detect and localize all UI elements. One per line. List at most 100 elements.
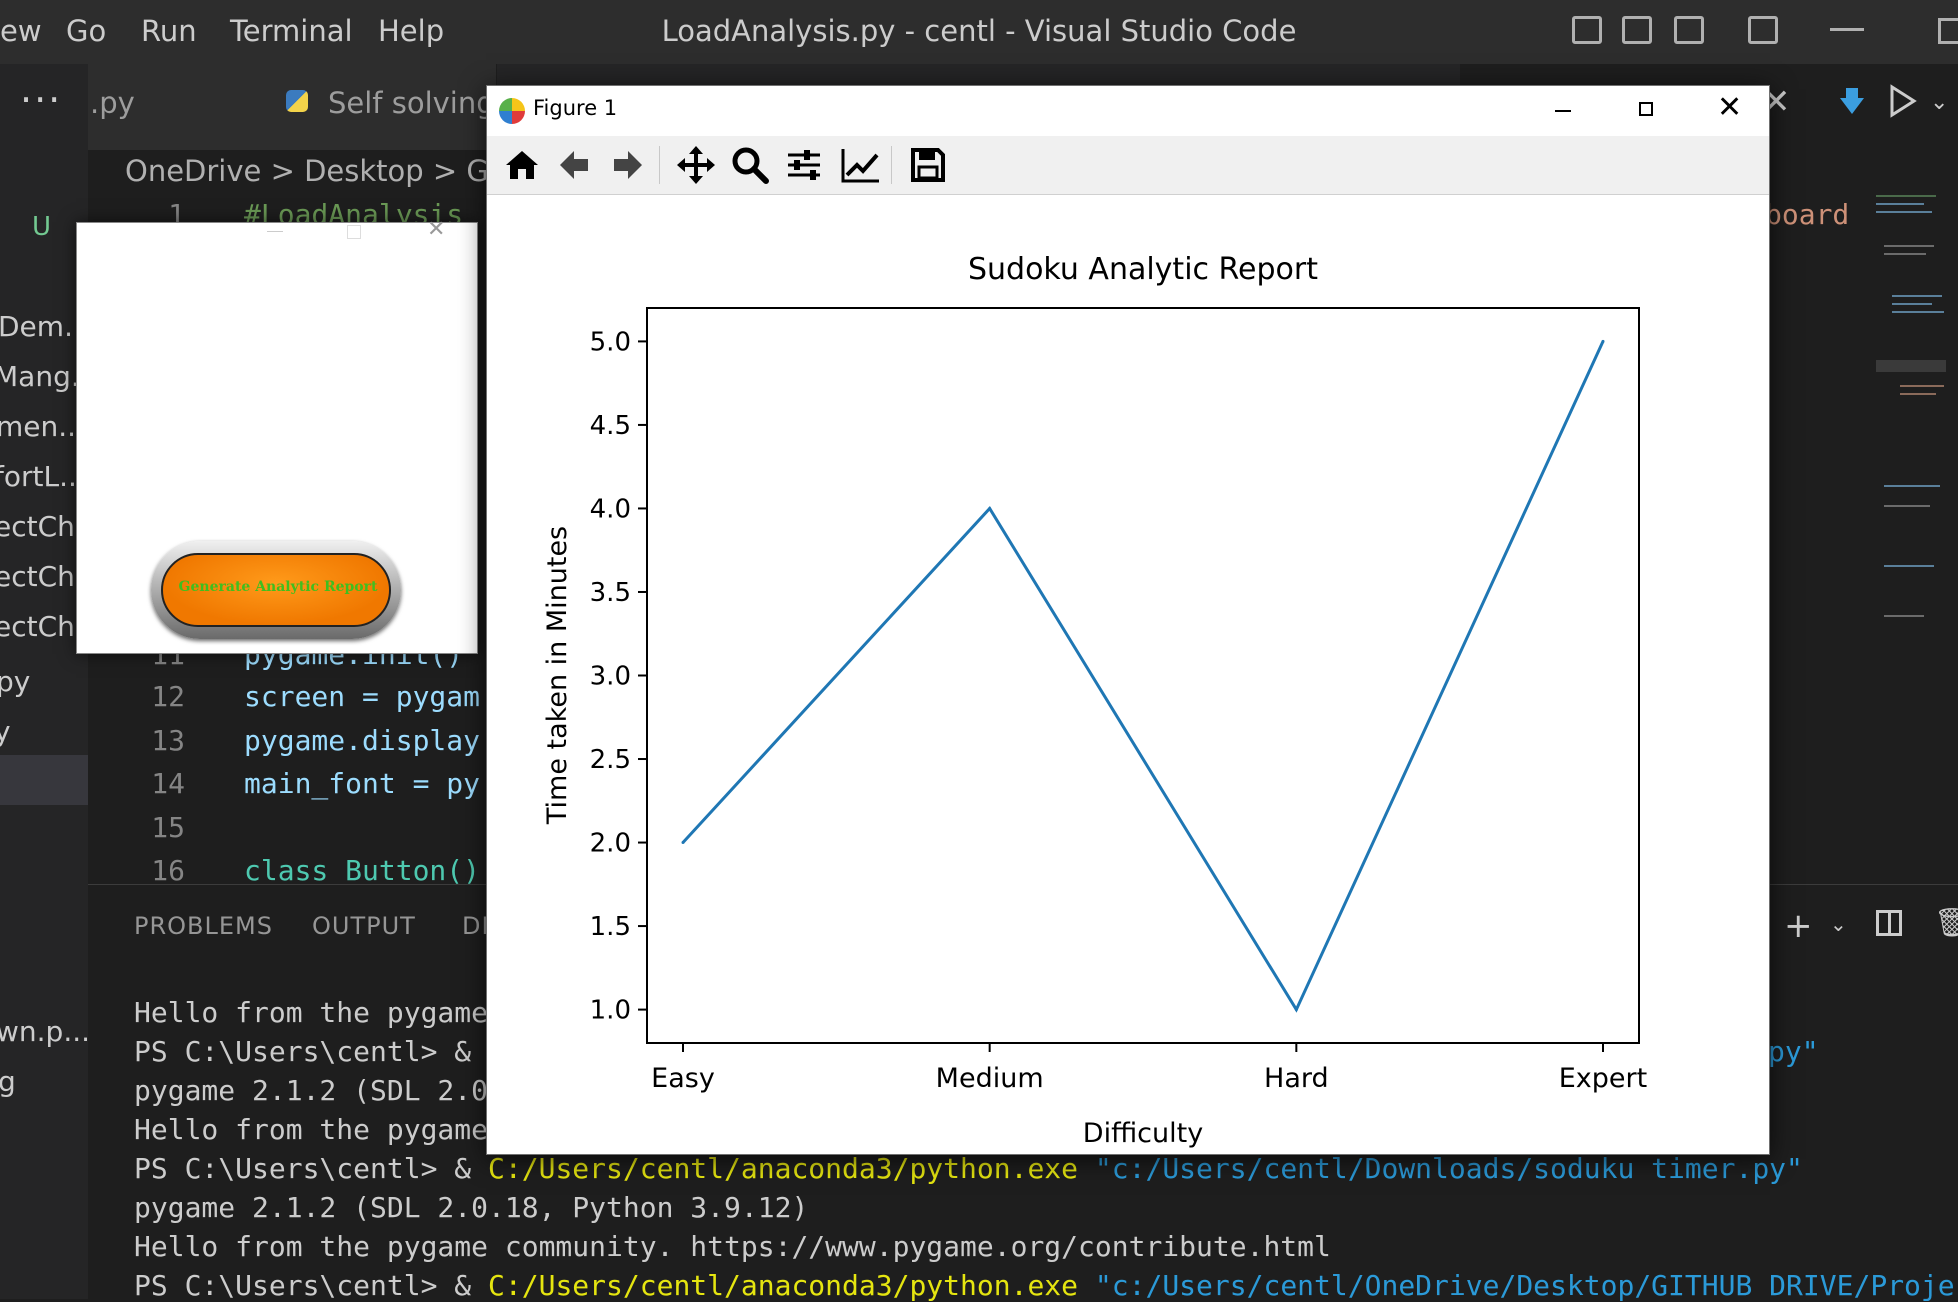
- terminal-line[interactable]: Hello from the pygame: [134, 1113, 488, 1146]
- tab-problems[interactable]: PROBLEMS: [134, 912, 273, 940]
- series-points: [681, 339, 1605, 1012]
- trash-icon[interactable]: 🗑: [1934, 906, 1958, 939]
- button-label: Generate Analytic Report: [178, 579, 378, 595]
- figure-titlebar: Figure 1 ✕: [487, 86, 1769, 136]
- code-fragment[interactable]: board: [1765, 198, 1849, 231]
- edit-axis-icon[interactable]: [837, 142, 883, 188]
- minimize-icon[interactable]: [1830, 28, 1864, 31]
- sidebar-item[interactable]: Dem...: [0, 310, 88, 343]
- terminal-line[interactable]: PS C:\Users\centl> & C:/Users/centl/anac…: [134, 1269, 1955, 1302]
- code-line[interactable]: main_font = py: [244, 767, 480, 800]
- code-line[interactable]: class Button(): [244, 854, 480, 887]
- tab-self-solving[interactable]: Self solving: [256, 64, 497, 150]
- close-icon[interactable]: ✕: [1717, 90, 1742, 125]
- terminal-text-fragment: py": [1768, 1035, 1819, 1068]
- maximize-icon[interactable]: [1938, 18, 1958, 44]
- data-point: [988, 506, 992, 510]
- y-tick-label: 4.5: [590, 411, 631, 441]
- line-chart[interactable]: Sudoku Analytic Report 1.0 1.5 2.0 2.5 3.0 3.…: [487, 194, 1769, 1154]
- run-file-icon[interactable]: [1888, 84, 1918, 118]
- save-icon[interactable]: [905, 142, 951, 188]
- sidebar-item[interactable]: g: [0, 1065, 16, 1098]
- run-debug-icon[interactable]: [1838, 86, 1866, 116]
- figure-window: Figure 1 ✕ Sudoku Analytic Report 1.0 1.…: [486, 85, 1770, 1155]
- home-icon[interactable]: [499, 142, 545, 188]
- sidebar-item[interactable]: y: [0, 715, 11, 748]
- sidebar-item[interactable]: ectCh...: [0, 510, 88, 543]
- terminal-line[interactable]: Hello from the pygame: [134, 996, 488, 1029]
- back-icon[interactable]: [551, 142, 597, 188]
- forward-icon[interactable]: [605, 142, 651, 188]
- terminal-path: C:/Users/centl/anaconda3/python.exe: [488, 1152, 1079, 1185]
- terminal-line[interactable]: PS C:\Users\centl> & C:/Users/centl/anac…: [134, 1152, 1803, 1185]
- minimap[interactable]: [1870, 185, 1958, 885]
- terminal-path: C:/Users/centl/anaconda3/python.exe: [488, 1269, 1079, 1302]
- axes-frame: [646, 307, 1640, 1044]
- chevron-down-icon[interactable]: ⌄: [1930, 90, 1948, 115]
- new-terminal-icon[interactable]: +: [1784, 906, 1813, 946]
- window-title: LoadAnalysis.py - centl - Visual Studio …: [661, 14, 1297, 48]
- split-terminal-icon[interactable]: [1876, 910, 1902, 936]
- terminal-text: Hello from the pygame: [134, 996, 489, 1029]
- x-tick-label: Expert: [1559, 1063, 1647, 1094]
- selected-row: [0, 755, 88, 805]
- close-icon[interactable]: ✕: [427, 217, 445, 242]
- data-point: [681, 841, 685, 845]
- terminal-line[interactable]: pygame 2.1.2 (SDL 2.0: [134, 1074, 488, 1107]
- sidebar-item[interactable]: py: [0, 665, 30, 698]
- line-number: 13: [151, 724, 185, 757]
- terminal-text: pygame 2.1.2 (SDL 2.0: [134, 1074, 489, 1107]
- pan-icon[interactable]: [673, 142, 719, 188]
- x-tick-label: Hard: [1264, 1063, 1329, 1094]
- explorer-sidebar: Dem... Mang... men... fortL... ectCh... …: [0, 150, 88, 1299]
- terminal-text: PS C:\Users\centl> &: [134, 1152, 489, 1185]
- y-tick-label: 3.5: [590, 578, 631, 608]
- figure-title: Figure 1: [533, 96, 618, 120]
- line-number: 15: [151, 811, 185, 844]
- sidebar-item[interactable]: ectCh...: [0, 560, 88, 593]
- chevron-down-icon[interactable]: ⌄: [1830, 912, 1847, 936]
- data-point: [1294, 1008, 1298, 1012]
- terminal-line[interactable]: Hello from the pygame community. https:/…: [134, 1230, 1331, 1263]
- zoom-icon[interactable]: [727, 142, 773, 188]
- tab-output[interactable]: OUTPUT: [312, 912, 416, 940]
- y-tick-label: 2.5: [590, 745, 631, 775]
- sidebar-item[interactable]: Mang...: [0, 360, 88, 393]
- plot-area[interactable]: Sudoku Analytic Report 1.0 1.5 2.0 2.5 3.0 3.…: [487, 194, 1769, 1154]
- terminal-text: pygame 2.1.2 (SDL 2.0.18, Python 3.9.12): [134, 1191, 809, 1224]
- maximize-icon[interactable]: [1639, 102, 1653, 116]
- line-number: 12: [151, 680, 185, 713]
- terminal-line[interactable]: PS C:\Users\centl> &: [134, 1035, 471, 1068]
- sidebar-item[interactable]: ectCh...: [0, 610, 88, 643]
- toggle-sidebar-icon[interactable]: [1572, 16, 1602, 44]
- minimize-icon[interactable]: [1555, 110, 1571, 112]
- tab-py-file[interactable]: .py: [88, 64, 257, 150]
- customize-layout-icon[interactable]: [1748, 16, 1778, 44]
- sidebar-item[interactable]: men...: [0, 410, 85, 443]
- y-tick-label: 2.0: [590, 829, 631, 859]
- terminal-text: PS C:\Users\centl> &: [134, 1035, 472, 1068]
- matplotlib-logo-icon: [499, 98, 525, 124]
- toggle-panel-icon[interactable]: [1622, 16, 1652, 44]
- y-tick-label: 1.5: [590, 912, 631, 942]
- maximize-icon[interactable]: [347, 225, 361, 239]
- terminal-line[interactable]: pygame 2.1.2 (SDL 2.0.18, Python 3.9.12): [134, 1191, 808, 1224]
- figure-toolbar: [487, 136, 1769, 195]
- sidebar-item[interactable]: wn.p...: [0, 1015, 88, 1048]
- breadcrumb[interactable]: OneDrive > Desktop > GITH: [125, 154, 537, 188]
- toggle-secondary-sidebar-icon[interactable]: [1674, 16, 1704, 44]
- x-axis: Easy Medium Hard Expert: [651, 1043, 1647, 1094]
- generate-report-button[interactable]: Generate Analytic Report: [151, 541, 401, 639]
- terminal-arg: "c:/Users/centl/Downloads/soduku timer.p…: [1078, 1152, 1803, 1185]
- series-line: [681, 340, 1605, 1013]
- data-point: [1601, 339, 1605, 343]
- minimize-icon[interactable]: [267, 231, 283, 232]
- more-actions-icon[interactable]: ···: [20, 78, 62, 122]
- sidebar-item[interactable]: fortL...: [0, 460, 86, 493]
- button-face: Generate Analytic Report: [161, 553, 391, 627]
- code-line[interactable]: pygame.display: [244, 724, 480, 757]
- configure-subplots-icon[interactable]: [781, 142, 827, 188]
- git-status-untracked: U: [32, 212, 52, 242]
- terminal-text: Hello from the pygame: [134, 1113, 489, 1146]
- code-line[interactable]: screen = pygam: [244, 680, 480, 713]
